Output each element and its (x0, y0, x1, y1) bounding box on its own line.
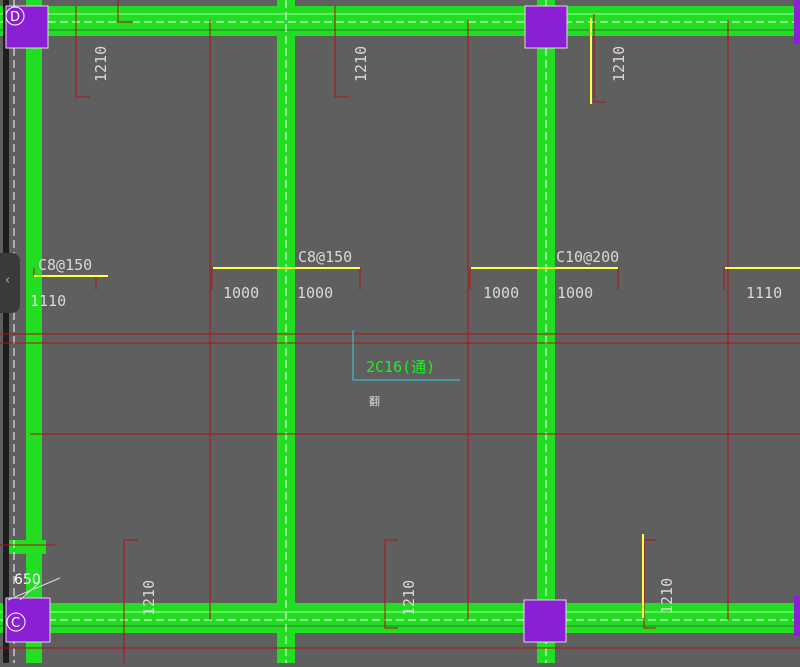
beam-note-label: 翻 (369, 394, 380, 408)
rebar-length-top-left: 1210 (92, 46, 110, 82)
side-panel-handle[interactable]: ‹ (0, 253, 20, 313)
column-top-right-edge (794, 0, 800, 44)
column-top-middle (524, 5, 568, 49)
slab-area (0, 0, 800, 663)
svg-text:D: D (10, 10, 20, 25)
beam-top (0, 6, 800, 36)
rebar-len-left: 1110 (30, 292, 66, 310)
rebar-length-bottom-right: 1210 (658, 578, 676, 614)
rebar-length-bottom-left: 1210 (140, 580, 158, 616)
dimension-label: 650 (14, 572, 41, 588)
rebar-len-mid-b: 1000 (297, 284, 333, 302)
cad-drawing-canvas[interactable]: D C 1210 1210 1210 1210 1210 1210 C8@150… (0, 0, 800, 663)
rebar-len-far-right: 1110 (746, 284, 782, 302)
column-bottom-right-edge (794, 596, 800, 636)
column-bottom-middle (523, 599, 567, 643)
rebar-len-mid-a: 1000 (223, 284, 259, 302)
rebar-len-right-a: 1000 (483, 284, 519, 302)
rebar-length-top-right: 1210 (610, 46, 628, 82)
rebar-length-top-middle: 1210 (352, 46, 370, 82)
beam-reinforcement-label: 2C16(通) (366, 358, 435, 376)
rebar-spec-right: C10@200 (556, 248, 619, 266)
beam-left (26, 0, 42, 663)
rebar-len-right-b: 1000 (557, 284, 593, 302)
rebar-spec-left: C8@150 (38, 256, 92, 274)
beam-stub-left (6, 540, 46, 554)
rebar-length-bottom-middle: 1210 (400, 580, 418, 616)
svg-text:C: C (11, 616, 20, 631)
drawing-svg: D C 1210 1210 1210 1210 1210 1210 C8@150… (0, 0, 800, 663)
rebar-spec-middle: C8@150 (298, 248, 352, 266)
chevron-left-icon: ‹ (5, 273, 11, 288)
